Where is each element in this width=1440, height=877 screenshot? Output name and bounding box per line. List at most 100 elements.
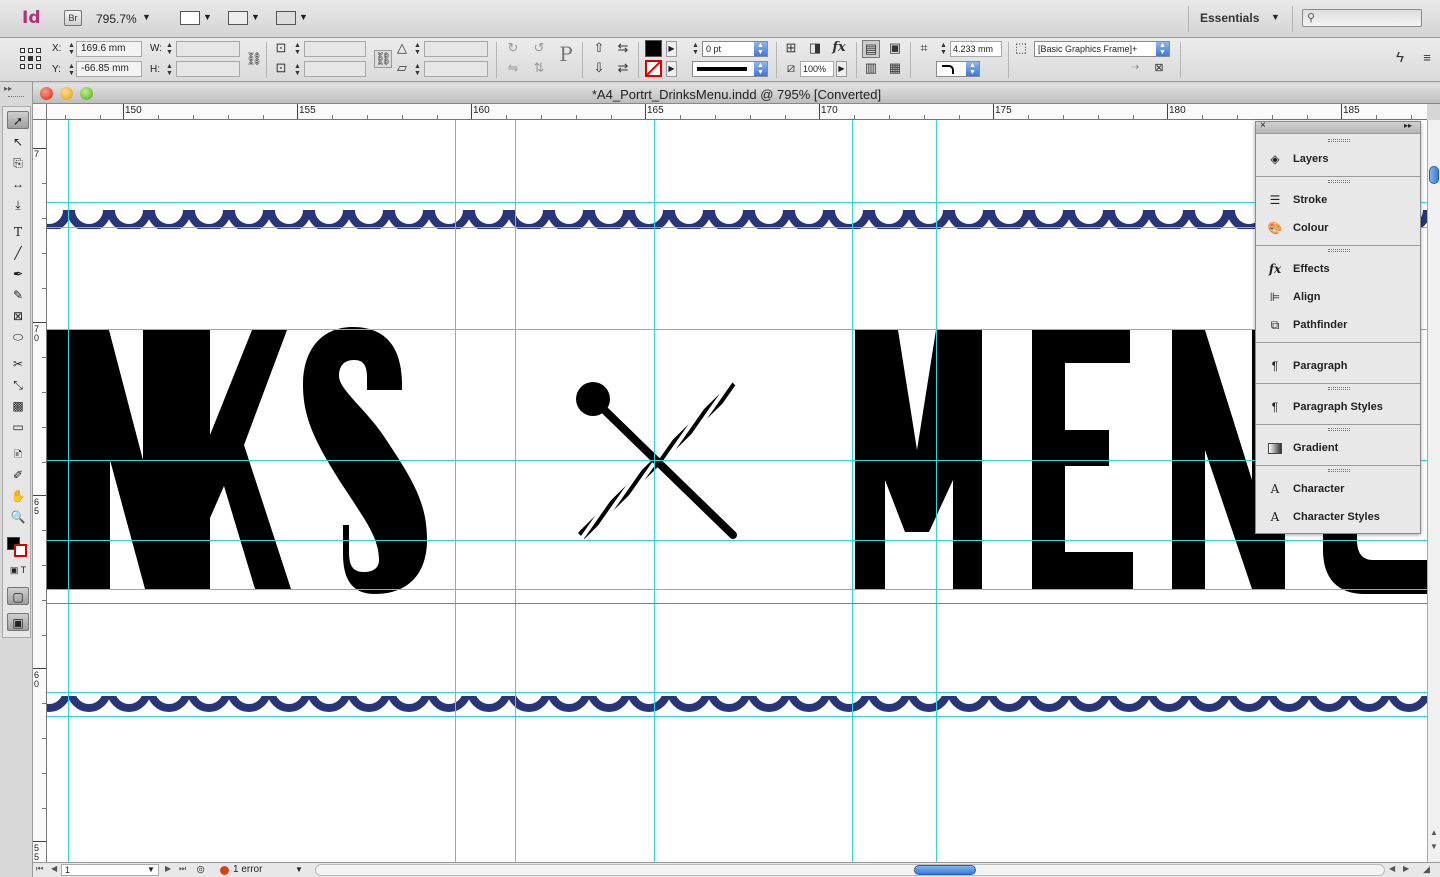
vertical-scroll-thumb[interactable] bbox=[1429, 166, 1439, 184]
resize-grip-icon[interactable]: ◢ bbox=[1423, 864, 1430, 875]
panel-item-paragraph[interactable]: ¶ Paragraph bbox=[1256, 353, 1420, 379]
note-tool[interactable]: 🗈 bbox=[7, 445, 29, 463]
zoom-tool[interactable]: 🔍 bbox=[7, 508, 29, 526]
flip-vertical-icon[interactable]: ⇅ bbox=[530, 60, 548, 78]
horizontal-scroll-thumb[interactable] bbox=[914, 865, 976, 875]
page-dropdown-icon[interactable]: ▼ bbox=[147, 865, 155, 874]
scroll-up-arrow[interactable]: ▲ bbox=[1430, 828, 1438, 837]
bridge-button[interactable]: Br bbox=[64, 10, 82, 26]
panel-dock-header[interactable]: × ▸▸ bbox=[1256, 120, 1420, 134]
vertical-ruler[interactable]: 7 7 0 6 5 6 0 5 5 bbox=[33, 120, 47, 862]
direct-selection-tool[interactable]: ↖ bbox=[7, 133, 29, 151]
stroke-weight-field[interactable]: 0 pt ▲ ▼ bbox=[702, 41, 768, 57]
gradient-feather-tool[interactable]: ▭ bbox=[7, 418, 29, 436]
line-tool[interactable]: ╱ bbox=[7, 244, 29, 262]
select-previous-object-icon[interactable]: ⇆ bbox=[614, 40, 632, 58]
fitting-proportional-icon[interactable]: ▦ bbox=[886, 60, 904, 78]
pencil-tool[interactable]: ✎ bbox=[7, 286, 29, 304]
last-page-icon[interactable]: ⏭ bbox=[179, 864, 186, 874]
scroll-down-arrow[interactable]: ▼ bbox=[1430, 842, 1438, 851]
text-wrap-icon[interactable]: ⊞ bbox=[782, 40, 800, 58]
flip-horizontal-icon[interactable]: ⇋ bbox=[504, 60, 522, 78]
opacity-dropdown[interactable]: ▶ bbox=[836, 61, 847, 77]
first-page-icon[interactable]: ⏮ bbox=[36, 864, 43, 874]
scissors-tool[interactable]: ✂ bbox=[7, 355, 29, 373]
horizontal-scrollbar[interactable] bbox=[315, 864, 1385, 876]
corner-size-icon[interactable]: ⌗ bbox=[915, 40, 933, 58]
stroke-color-swatch[interactable] bbox=[14, 544, 27, 557]
object-style-icon[interactable]: ⬚ bbox=[1012, 40, 1030, 58]
panel-item-pathfinder[interactable]: ⧉ Pathfinder bbox=[1256, 312, 1420, 338]
scale-x-field[interactable] bbox=[304, 41, 366, 57]
selection-tool[interactable]: ➚ bbox=[7, 111, 29, 129]
zoom-level[interactable]: 795.7% bbox=[96, 12, 137, 26]
vertical-scrollbar[interactable]: ▲ ▼ bbox=[1427, 120, 1440, 862]
scale-y-icon[interactable]: ⊡ bbox=[272, 60, 290, 78]
w-field[interactable] bbox=[176, 41, 240, 57]
content-collector-tool[interactable]: ⤓ bbox=[7, 196, 29, 214]
rotate-ccw-icon[interactable]: ↺ bbox=[530, 40, 548, 58]
type-tool[interactable]: T bbox=[7, 223, 29, 241]
stroke-swatch[interactable] bbox=[645, 60, 662, 77]
scale-x-icon[interactable]: ⊡ bbox=[272, 40, 290, 58]
clear-overrides-icon[interactable]: ⇢ bbox=[1126, 60, 1144, 78]
object-style-dropdown[interactable]: [Basic Graphics Frame]+ ▲ ▼ bbox=[1034, 41, 1170, 57]
panel-item-paragraph-styles[interactable]: ¶ Paragraph Styles bbox=[1256, 394, 1420, 420]
preflight-menu-icon[interactable]: ▼ bbox=[295, 865, 303, 874]
y-field[interactable]: -66.85 mm bbox=[76, 61, 142, 77]
opacity-field[interactable]: 100% bbox=[800, 61, 834, 77]
rotate-cw-icon[interactable]: ↻ bbox=[504, 40, 522, 58]
page-tool[interactable]: ⎘ bbox=[7, 154, 29, 172]
shear-angle-icon[interactable]: ▱ bbox=[393, 60, 411, 78]
page-number-field[interactable]: 1 bbox=[61, 864, 159, 876]
corner-shape-dropdown[interactable]: ▲ ▼ bbox=[936, 61, 980, 77]
x-field[interactable]: 169.6 mm bbox=[76, 41, 142, 57]
panel-item-colour[interactable]: 🎨 Colour bbox=[1256, 215, 1420, 241]
ellipse-tool[interactable]: ⬭ bbox=[7, 328, 29, 346]
panel-item-effects[interactable]: fx Effects bbox=[1256, 256, 1420, 282]
workspace-switcher[interactable]: Essentials bbox=[1200, 11, 1259, 25]
formatting-affects-text-icon[interactable]: ▣ T bbox=[7, 561, 29, 579]
drop-shadow-icon[interactable]: ◨ bbox=[806, 40, 824, 58]
scale-y-field[interactable] bbox=[304, 61, 366, 77]
fitting-fit-content-icon[interactable]: ▣ bbox=[886, 40, 904, 58]
stroke-swatch-dropdown[interactable]: ▶ bbox=[666, 61, 677, 77]
close-panel-icon[interactable]: × bbox=[1260, 120, 1266, 131]
arrange-documents-button[interactable]: ▼ bbox=[276, 9, 310, 29]
stroke-type-dropdown[interactable]: ▲ ▼ bbox=[692, 61, 768, 77]
screen-mode-preview[interactable]: ▣ bbox=[7, 613, 29, 631]
search-field[interactable]: ⚲ bbox=[1302, 9, 1422, 27]
reference-point-icon[interactable] bbox=[20, 48, 42, 70]
panel-item-stroke[interactable]: ☰ Stroke bbox=[1256, 187, 1420, 213]
rotation-angle-field[interactable] bbox=[424, 41, 488, 57]
fitting-center-content-icon[interactable]: ▥ bbox=[862, 60, 880, 78]
constrain-proportions-icon[interactable]: ⛓ bbox=[245, 51, 263, 69]
gap-tool[interactable]: ↔ bbox=[7, 175, 29, 193]
previous-page-icon[interactable]: ◀ bbox=[51, 864, 57, 873]
collapse-panel-icon[interactable]: ▸▸ bbox=[4, 84, 12, 93]
ruler-origin[interactable] bbox=[33, 104, 47, 120]
panel-item-character[interactable]: A Character bbox=[1256, 476, 1420, 502]
preflight-profile-icon[interactable]: ⊚ bbox=[196, 863, 205, 876]
panel-item-align[interactable]: ⊫ Align bbox=[1256, 284, 1420, 310]
constrain-scale-icon[interactable]: ⛓ bbox=[374, 50, 392, 68]
view-options-button[interactable]: ▼ bbox=[180, 9, 214, 29]
effects-fx-icon[interactable]: fx bbox=[830, 40, 848, 58]
normal-view-mode[interactable]: ▢ bbox=[7, 587, 29, 605]
scroll-right-arrow[interactable]: ▶ bbox=[1403, 864, 1409, 873]
preflight-errors[interactable]: 1 error bbox=[233, 864, 262, 875]
rectangle-frame-tool[interactable]: ⊠ bbox=[7, 307, 29, 325]
h-field[interactable] bbox=[176, 61, 240, 77]
select-container-icon[interactable]: ⇧ bbox=[590, 40, 608, 58]
horizontal-ruler[interactable]: 150 155 160 165 170 175 180 185 bbox=[47, 104, 1427, 120]
quick-apply-icon[interactable]: ϟ bbox=[1391, 50, 1409, 68]
document-canvas[interactable] bbox=[47, 120, 1427, 862]
zoom-dropdown-icon[interactable]: ▼ bbox=[142, 12, 151, 22]
workspace-dropdown-icon[interactable]: ▼ bbox=[1271, 12, 1280, 22]
eyedropper-tool[interactable]: ✐ bbox=[7, 466, 29, 484]
expand-panels-icon[interactable]: ▸▸ bbox=[1404, 121, 1412, 130]
opacity-icon[interactable]: ⧄ bbox=[782, 60, 800, 78]
control-panel-menu-icon[interactable]: ≡ bbox=[1418, 50, 1436, 68]
next-page-icon[interactable]: ▶ bbox=[165, 864, 171, 873]
hand-tool[interactable]: ✋ bbox=[7, 487, 29, 505]
